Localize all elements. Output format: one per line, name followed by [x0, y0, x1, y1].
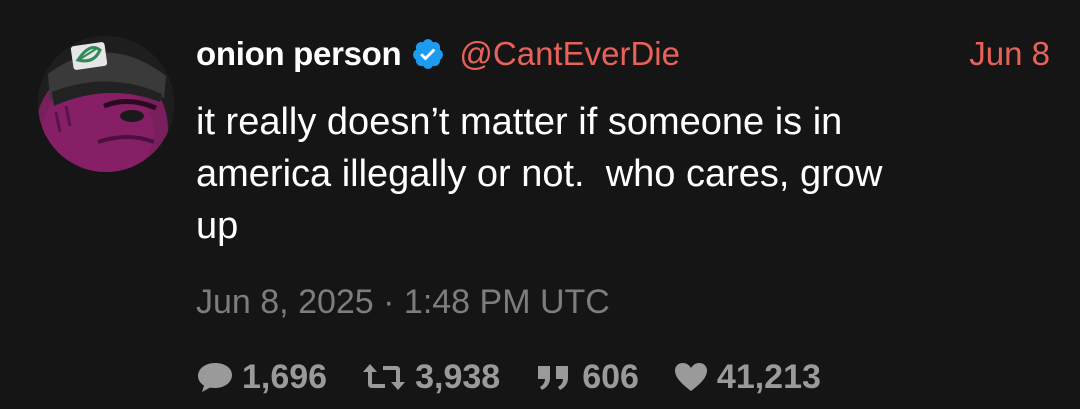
tweet-header: onion person @CantEverDie	[196, 30, 1056, 78]
comments-stat[interactable]: 1,696	[196, 358, 327, 397]
retweet-icon	[361, 360, 407, 394]
comment-bubble-icon	[196, 360, 234, 394]
quotes-count: 606	[582, 357, 639, 396]
quote-icon	[534, 362, 574, 392]
likes-count: 41,213	[716, 357, 821, 396]
retweets-count: 3,938	[415, 357, 501, 396]
comments-count: 1,696	[242, 357, 328, 396]
quotes-stat[interactable]: 606	[534, 358, 639, 397]
post-timestamp[interactable]: Jun 8, 2025 · 1:48 PM UTC	[196, 283, 610, 322]
post-date-link[interactable]: Jun 8	[969, 30, 1050, 78]
tweet-stats: 1,696 3,938 606 41,213	[196, 353, 855, 401]
display-name[interactable]: onion person	[196, 35, 402, 73]
user-handle[interactable]: @CantEverDie	[459, 35, 680, 73]
verified-badge-icon	[411, 37, 445, 71]
heart-icon	[673, 361, 709, 393]
retweets-stat[interactable]: 3,938	[361, 358, 500, 397]
avatar[interactable]	[38, 36, 174, 172]
tweet: onion person @CantEverDie Jun 8 it reall…	[0, 0, 1080, 409]
tweet-text: it really doesn’t matter if someone is i…	[196, 101, 883, 247]
likes-stat[interactable]: 41,213	[673, 358, 821, 397]
avatar-image	[38, 36, 174, 172]
